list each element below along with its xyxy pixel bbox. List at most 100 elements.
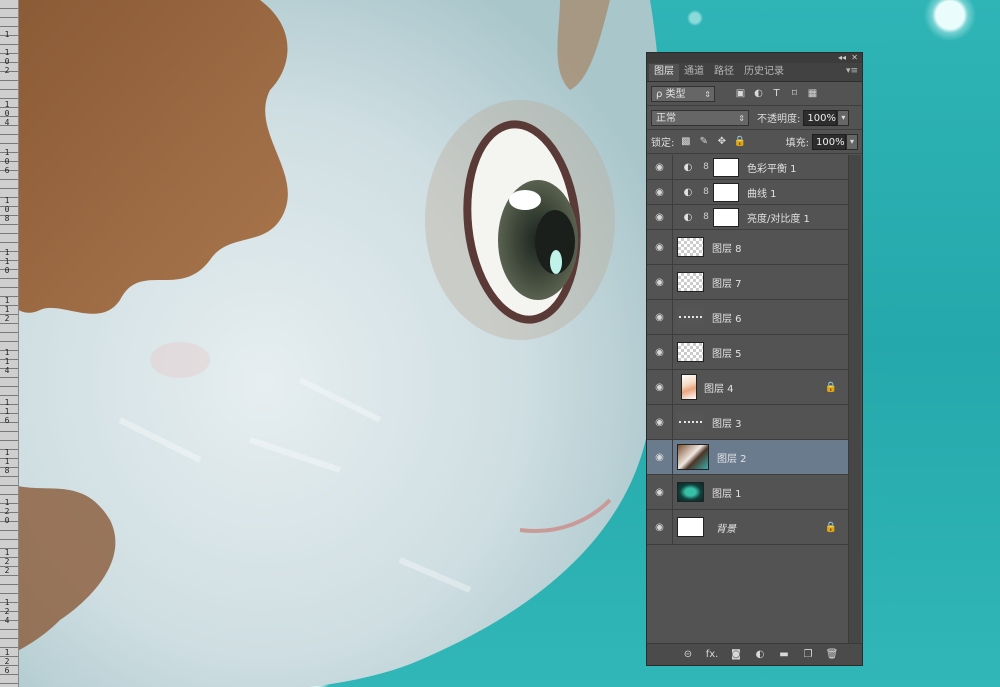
- visibility-eye-icon[interactable]: ◉: [647, 510, 673, 544]
- layer-mask-thumbnail[interactable]: [713, 182, 739, 202]
- lock-position-icon[interactable]: ✥: [715, 135, 728, 148]
- layers-panel: ◂◂ ✕ 图层 通道 路径 历史记录 ▾≡ ρ 类型 ⇕ ▣ ◐ T ⌑ ▦ 正…: [646, 52, 863, 666]
- layer-name: 曲线 1: [747, 188, 777, 200]
- type-filter-icon[interactable]: T: [770, 87, 783, 100]
- layer-thumbnail: [677, 517, 704, 537]
- layer-name: 图层 6: [712, 313, 742, 325]
- layer-row[interactable]: ◉ 背景 🔒: [647, 510, 849, 545]
- ruler-label: 1: [4, 30, 10, 39]
- filter-type-label: ρ 类型: [656, 88, 686, 100]
- layer-row[interactable]: ◉ 图层 6: [647, 300, 849, 335]
- layer-name: 图层 5: [712, 348, 742, 360]
- ruler-label: 110: [4, 248, 10, 275]
- fill-slider-button[interactable]: ▾: [846, 133, 858, 150]
- layer-lock-icon: 🔒: [824, 381, 837, 393]
- new-adjustment-layer-icon[interactable]: ◐: [748, 649, 772, 660]
- fill-input[interactable]: 100%: [812, 133, 846, 150]
- delete-layer-icon[interactable]: 🗑: [820, 649, 844, 660]
- adjustment-layer-icon: ◐: [683, 161, 693, 173]
- filter-type-dropdown[interactable]: ρ 类型 ⇕: [651, 85, 715, 102]
- smart-object-filter-icon[interactable]: ▦: [806, 87, 819, 100]
- ruler-label: 104: [4, 100, 10, 127]
- visibility-eye-icon[interactable]: ◉: [647, 335, 673, 369]
- ruler-label: 124: [4, 598, 10, 625]
- link-chain-icon[interactable]: 8: [701, 187, 711, 197]
- layer-thumbnail: [677, 444, 709, 470]
- tab-history[interactable]: 历史记录: [739, 64, 789, 81]
- opacity-slider-button[interactable]: ▾: [837, 109, 850, 126]
- layer-row-selected[interactable]: ◉ 图层 2: [647, 440, 849, 475]
- layer-row[interactable]: ◉ 图层 7: [647, 265, 849, 300]
- vertical-ruler[interactable]: 1 102 104 106 108 110 112 114 116 118 12…: [0, 0, 19, 687]
- tab-paths[interactable]: 路径: [709, 64, 739, 81]
- visibility-eye-icon[interactable]: ◉: [647, 155, 673, 179]
- panel-title-bar[interactable]: ◂◂ ✕: [647, 53, 862, 63]
- add-mask-icon[interactable]: ◙: [724, 649, 748, 660]
- link-chain-icon[interactable]: 8: [701, 162, 711, 172]
- layer-name: 色彩平衡 1: [747, 163, 797, 175]
- layer-name: 图层 8: [712, 243, 742, 255]
- tab-layers[interactable]: 图层: [649, 64, 679, 81]
- layer-style-fx-icon[interactable]: fx.: [700, 649, 724, 660]
- lock-pixels-icon[interactable]: ✎: [697, 135, 710, 148]
- filter-row: ρ 类型 ⇕ ▣ ◐ T ⌑ ▦: [647, 82, 862, 106]
- visibility-eye-icon[interactable]: ◉: [647, 265, 673, 299]
- layer-list: ◉ ◐ 8 色彩平衡 1 ◉ ◐ 8 曲线 1 ◉ ◐ 8 亮度/对比度 1 ◉…: [647, 155, 849, 545]
- layer-thumbnail: [677, 307, 704, 327]
- adjustment-filter-icon[interactable]: ◐: [752, 87, 765, 100]
- new-layer-icon[interactable]: ❐: [796, 649, 820, 660]
- layer-list-scrollbar[interactable]: [848, 155, 861, 645]
- blend-mode-dropdown[interactable]: 正常 ⇕: [651, 109, 749, 126]
- ruler-label: 122: [4, 548, 10, 575]
- collapse-icon[interactable]: ◂◂: [838, 53, 846, 63]
- pixel-filter-icon[interactable]: ▣: [734, 87, 747, 100]
- layer-thumbnail: [677, 342, 704, 362]
- link-chain-icon[interactable]: 8: [701, 212, 711, 222]
- visibility-eye-icon[interactable]: ◉: [647, 440, 673, 474]
- layer-row[interactable]: ◉ 图层 4 🔒: [647, 370, 849, 405]
- visibility-eye-icon[interactable]: ◉: [647, 300, 673, 334]
- new-group-folder-icon[interactable]: ▬: [772, 649, 796, 660]
- layer-name: 图层 2: [717, 453, 747, 465]
- layer-thumbnail: [677, 482, 704, 502]
- opacity-input[interactable]: 100%: [803, 109, 838, 126]
- layer-mask-thumbnail[interactable]: [713, 157, 739, 177]
- panel-menu-icon[interactable]: ▾≡: [846, 66, 858, 76]
- ruler-label: 102: [4, 48, 10, 75]
- layer-row[interactable]: ◉ 图层 1: [647, 475, 849, 510]
- layer-row[interactable]: ◉ ◐ 8 曲线 1: [647, 180, 849, 205]
- close-icon[interactable]: ✕: [851, 53, 858, 63]
- visibility-eye-icon[interactable]: ◉: [647, 475, 673, 509]
- ruler-label: 106: [4, 148, 10, 175]
- layer-row[interactable]: ◉ ◐ 8 色彩平衡 1: [647, 155, 849, 180]
- visibility-eye-icon[interactable]: ◉: [647, 230, 673, 264]
- ruler-label: 126: [4, 648, 10, 675]
- lock-row: 锁定: ▩ ✎ ✥ 🔒 填充: 100% ▾: [647, 130, 862, 154]
- layer-row[interactable]: ◉ ◐ 8 亮度/对比度 1: [647, 205, 849, 230]
- layer-mask-thumbnail[interactable]: [713, 207, 739, 227]
- layer-row[interactable]: ◉ 图层 8: [647, 230, 849, 265]
- layer-thumbnail: [677, 237, 704, 257]
- tab-channels[interactable]: 通道: [679, 64, 709, 81]
- visibility-eye-icon[interactable]: ◉: [647, 370, 673, 404]
- lock-all-icon[interactable]: 🔒: [733, 135, 746, 148]
- visibility-eye-icon[interactable]: ◉: [647, 405, 673, 439]
- layer-lock-icon: 🔒: [824, 521, 837, 533]
- ruler-label: 120: [4, 498, 10, 525]
- layer-row[interactable]: ◉ 图层 3: [647, 405, 849, 440]
- visibility-eye-icon[interactable]: ◉: [647, 205, 673, 229]
- visibility-eye-icon[interactable]: ◉: [647, 180, 673, 204]
- adjustment-layer-icon: ◐: [683, 211, 693, 223]
- layer-name: 亮度/对比度 1: [747, 213, 810, 225]
- layer-name: 图层 3: [712, 418, 742, 430]
- fill-label: 填充:: [785, 138, 809, 149]
- blend-mode-value: 正常: [656, 112, 676, 124]
- shape-filter-icon[interactable]: ⌑: [788, 87, 801, 100]
- lock-transparent-icon[interactable]: ▩: [679, 135, 692, 148]
- layer-thumbnail: [681, 374, 697, 400]
- link-layers-icon[interactable]: ⊝: [676, 649, 700, 660]
- layer-row[interactable]: ◉ 图层 5: [647, 335, 849, 370]
- dropdown-arrow-icon: ⇕: [738, 113, 745, 123]
- layer-name: 图层 4: [704, 383, 734, 395]
- adjustment-layer-icon: ◐: [683, 186, 693, 198]
